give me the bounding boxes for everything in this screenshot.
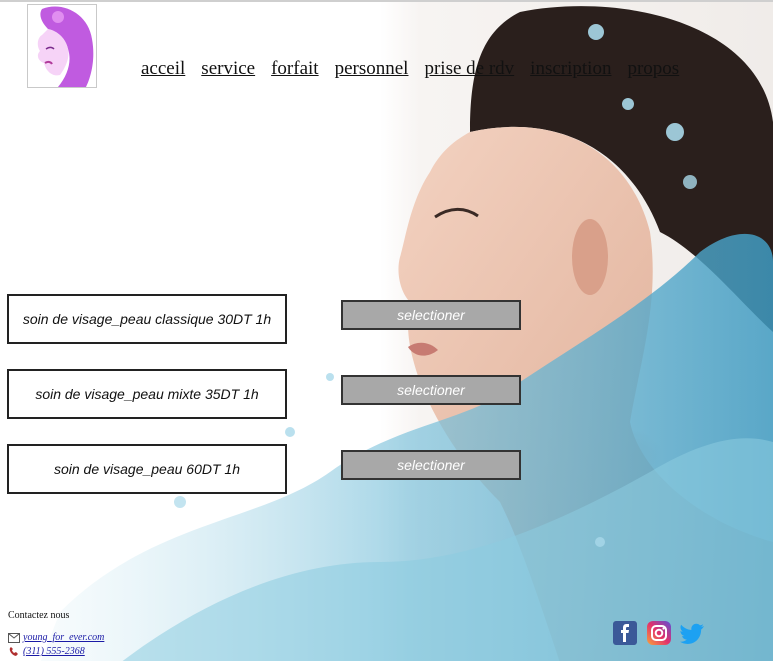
instagram-icon[interactable] [646, 620, 672, 646]
mail-icon [8, 633, 20, 643]
salon-logo[interactable] [27, 4, 97, 88]
phone-icon [9, 647, 18, 656]
contact-title: Contactez nous [8, 610, 70, 621]
facebook-icon[interactable] [612, 620, 638, 646]
nav-link-prise-de-rdv[interactable]: prise de rdv [424, 58, 514, 88]
nav-link-acceil[interactable]: acceil [141, 58, 185, 88]
contact-email-link[interactable]: young_for_ever.com [23, 631, 104, 645]
main-nav: acceil service forfait personnel prise d… [141, 58, 695, 88]
page: acceil service forfait personnel prise d… [0, 0, 773, 661]
select-button-mixte[interactable]: selectioner [341, 375, 521, 405]
nav-link-inscription[interactable]: inscription [530, 58, 611, 88]
service-item-classique: soin de visage_peau classique 30DT 1h [7, 294, 287, 344]
logo-woman-face-icon [28, 5, 96, 87]
contact-phone-line: (311) 555-2368 [8, 645, 104, 659]
nav-link-propos[interactable]: propos [627, 58, 679, 88]
service-item-peau: soin de visage_peau 60DT 1h [7, 444, 287, 494]
social-links [612, 620, 706, 646]
select-button-classique[interactable]: selectioner [341, 300, 521, 330]
contact-section: Contactez nous young_for_ever.com (311) … [8, 609, 104, 659]
nav-link-personnel[interactable]: personnel [335, 58, 409, 88]
contact-email-line: young_for_ever.com [8, 631, 104, 645]
contact-phone-link[interactable]: (311) 555-2368 [23, 645, 85, 659]
select-button-peau[interactable]: selectioner [341, 450, 521, 480]
twitter-icon[interactable] [680, 620, 706, 646]
service-item-mixte: soin de visage_peau mixte 35DT 1h [7, 369, 287, 419]
nav-link-forfait[interactable]: forfait [271, 58, 318, 88]
nav-link-service[interactable]: service [201, 58, 255, 88]
